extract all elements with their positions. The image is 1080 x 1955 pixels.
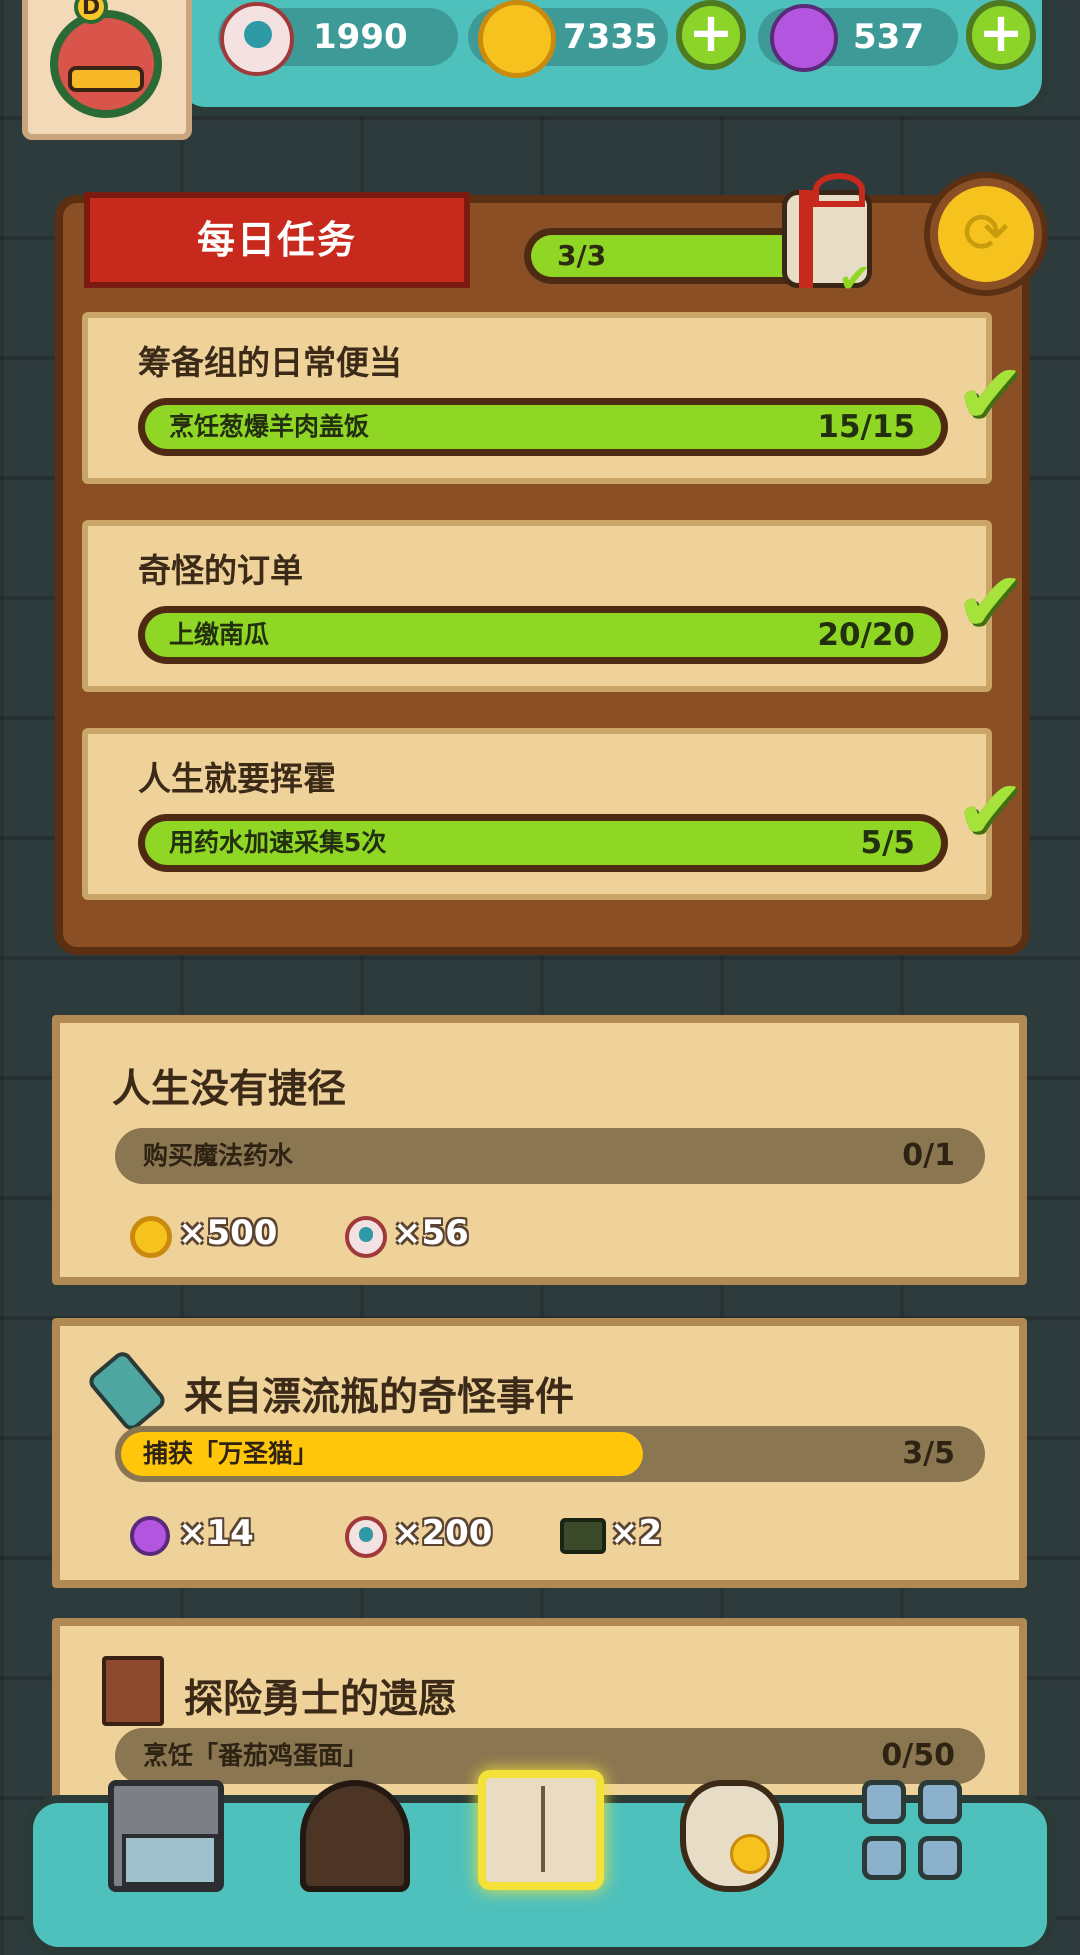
quest-title: 探险勇士的遗愿 <box>184 1677 458 1722</box>
player-avatar[interactable]: D <box>22 0 192 140</box>
task-progress-bar: 烹饪葱爆羊肉盖饭 15/15 <box>138 398 948 456</box>
reward-gold-amount: ×500 <box>178 1213 278 1253</box>
add-gold-button[interactable]: + <box>676 0 746 70</box>
book-icon <box>102 1656 164 1726</box>
task-progress-fill: 上缴南瓜 20/20 <box>145 613 941 657</box>
task-count: 5/5 <box>860 825 915 861</box>
task-objective: 烹饪葱爆羊肉盖饭 <box>169 412 370 441</box>
daily-task-card: 筹备组的日常便当 烹饪葱爆羊肉盖饭 15/15 <box>82 312 992 484</box>
chip-card-icon <box>560 1518 606 1554</box>
potion-icon <box>770 4 838 72</box>
quest-count: 0/1 <box>902 1138 955 1173</box>
teeth-icon <box>68 66 144 92</box>
eyeball-icon <box>220 2 294 76</box>
resource-bar: 1990 7335 + 537 + <box>170 0 1050 115</box>
daily-tasks-title: 每日任务 <box>84 192 470 288</box>
potion-count: 537 <box>853 17 924 57</box>
task-complete-check-icon: ✔ <box>955 761 1026 859</box>
task-title: 筹备组的日常便当 <box>138 343 402 382</box>
task-complete-check-icon: ✔ <box>955 553 1026 651</box>
refresh-button[interactable]: ⟳ <box>930 178 1042 290</box>
gold-coin-icon <box>478 0 556 78</box>
potion-icon <box>130 1516 170 1556</box>
daily-task-card: 人生就要挥霍 用药水加速采集5次 5/5 <box>82 728 992 900</box>
gift-claimed-check-icon: ✔ <box>838 256 872 302</box>
eyeball-icon <box>345 1516 387 1558</box>
reward-chip-amount: ×2 <box>610 1513 663 1553</box>
task-progress-fill: 用药水加速采集5次 5/5 <box>145 821 941 865</box>
quest-objective: 捕获「万圣猫」 <box>143 1439 319 1468</box>
quest-title: 人生没有捷径 <box>112 1067 347 1112</box>
monster-face-icon <box>50 10 162 118</box>
open-book-icon[interactable] <box>478 1770 604 1890</box>
task-progress-bar: 用药水加速采集5次 5/5 <box>138 814 948 872</box>
eyeball-count: 1990 <box>313 17 408 57</box>
daily-progress-fill: 3/3 <box>531 235 807 277</box>
quest-objective: 烹饪「番茄鸡蛋面」 <box>143 1741 369 1770</box>
gold-count: 7335 <box>563 17 658 57</box>
reward-potion-amount: ×14 <box>178 1513 254 1553</box>
shop-building-icon[interactable] <box>108 1780 224 1892</box>
reward-eyeball-amount: ×56 <box>393 1213 469 1253</box>
quest-card[interactable]: 来自漂流瓶的奇怪事件 捕获「万圣猫」 3/5 ×14 ×200 ×2 <box>52 1318 1027 1588</box>
task-title: 人生就要挥霍 <box>138 759 336 798</box>
reward-eyeball-amount: ×200 <box>393 1513 493 1553</box>
quest-progress-bar: 购买魔法药水 0/1 <box>115 1128 985 1184</box>
quest-objective: 购买魔法药水 <box>143 1141 294 1170</box>
task-progress-bar: 上缴南瓜 20/20 <box>138 606 948 664</box>
money-bag-icon[interactable] <box>680 1780 784 1892</box>
grid-menu-icon[interactable] <box>862 1780 968 1886</box>
daily-progress-bar: 3/3 <box>524 228 814 284</box>
eyeball-icon <box>345 1216 387 1258</box>
bottle-icon <box>85 1348 169 1434</box>
task-complete-check-icon: ✔ <box>955 345 1026 443</box>
quest-count: 0/50 <box>881 1738 955 1773</box>
quest-card[interactable]: 人生没有捷径 购买魔法药水 0/1 ×500 ×56 <box>52 1015 1027 1285</box>
quest-progress-bar: 捕获「万圣猫」 3/5 <box>115 1426 985 1482</box>
daily-task-card: 奇怪的订单 上缴南瓜 20/20 <box>82 520 992 692</box>
task-count: 20/20 <box>817 617 915 653</box>
monster-torch-icon[interactable] <box>300 1780 410 1892</box>
task-title: 奇怪的订单 <box>138 551 303 590</box>
quest-count: 3/5 <box>902 1436 955 1471</box>
quest-title: 来自漂流瓶的奇怪事件 <box>184 1375 575 1420</box>
task-count: 15/15 <box>817 409 915 445</box>
task-objective: 上缴南瓜 <box>169 620 270 649</box>
task-progress-fill: 烹饪葱爆羊肉盖饭 15/15 <box>145 405 941 449</box>
task-objective: 用药水加速采集5次 <box>169 828 387 857</box>
add-potion-button[interactable]: + <box>966 0 1036 70</box>
gold-coin-icon <box>130 1216 172 1258</box>
